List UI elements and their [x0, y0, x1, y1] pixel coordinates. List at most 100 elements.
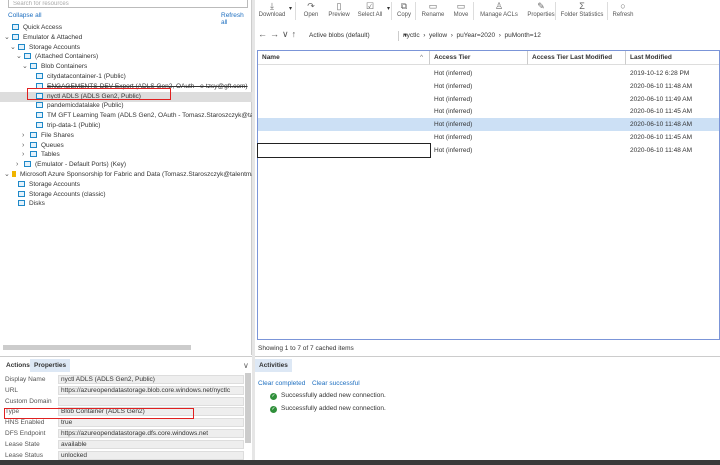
toolbar-download-button[interactable]: ⤓ Download [255, 0, 289, 22]
column-header-tier-modified[interactable]: Access Tier Last Modified [528, 51, 626, 65]
toolbar-manage-acls-button[interactable]: ♙ Manage ACLs [477, 0, 521, 22]
property-value[interactable]: https://azureopendatastorage.dfs.core.wi… [58, 429, 244, 438]
horizontal-scrollbar[interactable] [3, 345, 191, 350]
tree-item[interactable]: › Tables [0, 150, 252, 160]
property-value[interactable] [58, 396, 244, 406]
column-header-name[interactable]: Name ^ [258, 51, 430, 65]
toolbar-refresh-button[interactable]: ○ Refresh [609, 0, 637, 22]
tree-item[interactable]: ⌄ Emulator & Attached [0, 33, 252, 43]
highlight-box [4, 408, 194, 419]
cell-last-modified: 2020-06-10 11:48 AM [630, 121, 693, 129]
vertical-scrollbar[interactable] [245, 373, 251, 443]
toolbar-open-button[interactable]: ↷ Open [299, 0, 323, 22]
toolbar-copy-button[interactable]: ⧉ Copy [393, 0, 415, 22]
toolbar-properties-button[interactable]: ✎ Properties [525, 0, 557, 22]
tree-item-label: Emulator & Attached [23, 33, 83, 41]
nav-arrows[interactable]: ←→∨↑ [258, 29, 299, 40]
manage-acls-icon: ♙ [494, 1, 504, 11]
tree-item-label: Disks [29, 200, 45, 208]
property-value[interactable]: unlocked [58, 450, 244, 460]
table-row[interactable]: _committed_8898858832658823408Hot (infer… [258, 80, 719, 93]
table-row[interactable]: _committed_vacuum7874261267932110580Hot … [258, 93, 719, 106]
table-row[interactable]: _committed_2109385647198365​43Hot (infer… [258, 67, 719, 80]
breadcrumb[interactable]: nyctlc › yellow › puYear=2020 › puMonth=… [398, 31, 720, 41]
collapse-all-link[interactable]: Collapse all [8, 12, 42, 19]
tree-item[interactable]: ⌄ Storage Accounts [0, 43, 252, 53]
tree-item[interactable]: Storage Accounts (classic) [0, 190, 252, 200]
chevron-right-icon[interactable]: › [16, 160, 24, 170]
chevron-right-icon[interactable]: › [22, 131, 30, 141]
tree-item[interactable]: pandemicdatalake (Public) [0, 101, 252, 111]
cell-access-tier: Hot (inferred) [434, 70, 473, 77]
properties-icon: ✎ [537, 1, 545, 11]
table-row[interactable]: part-00003-tid-8898858832658823408-a1de8… [258, 131, 719, 144]
toolbar-folder-statistics-button[interactable]: Σ Folder Statistics [557, 0, 607, 22]
property-value[interactable]: https://azureopendatastorage.blob.core.w… [58, 385, 244, 395]
tree-item[interactable]: › (Emulator - Default Ports) (Key) [0, 160, 252, 170]
table-row[interactable]: _SUCCESSHot (inferred)2020-06-10 11:48 A… [258, 118, 719, 132]
activity-item: ✓ Successfully added new connection. [270, 392, 390, 400]
breadcrumb-item[interactable]: yellow [429, 32, 447, 39]
table-row[interactable]: part-00014-tid-8898858832658823408-a1de8… [257, 142, 692, 158]
tree-item[interactable]: ⌄ Blob Containers [0, 62, 252, 72]
dropdown-arrow-icon[interactable]: ▾ [289, 5, 292, 12]
tree-item[interactable]: Disks [0, 199, 252, 209]
tree-item-label: Storage Accounts [29, 43, 80, 51]
chevron-right-icon[interactable]: › [22, 141, 30, 151]
chevron-down-icon[interactable]: ⌄ [22, 62, 30, 72]
tree-item-label: pandemicdatalake (Public) [47, 102, 124, 110]
folder-statistics-icon: Σ [579, 1, 585, 11]
tree-item-label: Quick Access [23, 24, 63, 31]
column-header-last-modified[interactable]: Last Modified [626, 51, 719, 65]
toolbar-select-all-button[interactable]: ☑ Select All [353, 0, 387, 22]
select-all-icon: ☑ [365, 1, 375, 11]
property-value[interactable]: true [58, 418, 244, 428]
tree-item-label: Storage Accounts [29, 180, 80, 188]
tree-item[interactable]: › Queues [0, 141, 252, 151]
property-row: Display Name nyctl ADLS (ADLS Gen2, Publi… [0, 375, 250, 385]
tree-item[interactable]: ⌄ (Attached Containers) [0, 52, 252, 62]
tree-item[interactable]: Storage Accounts [0, 180, 252, 190]
tree-item[interactable]: › File Shares [0, 131, 252, 141]
chevron-down-icon[interactable]: ⌄ [4, 33, 12, 43]
property-value[interactable]: available [58, 439, 244, 449]
toolbar-rename-button[interactable]: ▭ Rename [419, 0, 447, 22]
chevron-down-icon[interactable]: ∨ [243, 361, 249, 370]
breadcrumb-item[interactable]: nyctlc [403, 32, 420, 39]
tab-properties[interactable]: Properties [30, 359, 71, 372]
tree-item[interactable]: Quick Access [0, 23, 252, 33]
clear-successful-link[interactable]: Clear successful [312, 380, 360, 387]
filter-value: Active blobs (default) [309, 32, 370, 39]
breadcrumb-item[interactable]: puMonth=12 [504, 32, 540, 39]
chevron-down-icon[interactable]: ⌄ [16, 52, 24, 62]
blob-filter-select[interactable]: Active blobs (default) ▾ [307, 31, 410, 41]
toolbar-separator [295, 2, 296, 20]
breadcrumb-item[interactable]: puYear=2020 [456, 32, 495, 39]
table-row[interactable]: _started_8898858832658823408Hot (inferre… [258, 105, 719, 118]
download-icon: ⤓ [270, 1, 274, 11]
property-value[interactable]: nyctl ADLS (ADLS Gen2, Public) [58, 375, 244, 384]
chevron-down-icon[interactable]: ⌄ [10, 43, 18, 53]
tree-item[interactable]: citydatacontainer-1 (Public) [0, 72, 252, 82]
tree-item[interactable]: TM GFT Learning Team (ADLS Gen2, OAuth -… [0, 111, 252, 121]
tree-item[interactable]: trip-data-1 (Public) [0, 121, 252, 131]
clear-completed-link[interactable]: Clear completed [258, 380, 305, 387]
tree-item-label: citydatacontainer-1 (Public) [47, 73, 126, 80]
container-icon [36, 73, 43, 79]
tree-item-label: Storage Accounts (classic) [29, 190, 106, 198]
column-header-access-tier[interactable]: Access Tier [430, 51, 528, 65]
chevron-right-icon[interactable]: › [22, 150, 30, 160]
key-icon [12, 171, 16, 177]
taskbar-edge [0, 460, 720, 465]
storage-accounts-icon [24, 53, 31, 60]
success-check-icon: ✓ [270, 405, 277, 413]
chevron-down-icon[interactable]: ⌄ [4, 170, 12, 180]
dropdown-arrow-icon[interactable]: ▾ [387, 5, 390, 12]
tree-item[interactable]: ⌄ Microsoft Azure Sponsorship for Fabric … [0, 170, 252, 180]
toolbar-move-button[interactable]: ▭ Move [449, 0, 473, 22]
status-text: Showing 1 to 7 of 7 cached items [258, 345, 354, 352]
activity-text: Successfully added new connection. [281, 404, 386, 412]
toolbar-preview-button[interactable]: ▯ Preview [325, 0, 353, 22]
search-input[interactable] [8, 0, 248, 8]
tab-activities[interactable]: Activities [255, 359, 292, 372]
